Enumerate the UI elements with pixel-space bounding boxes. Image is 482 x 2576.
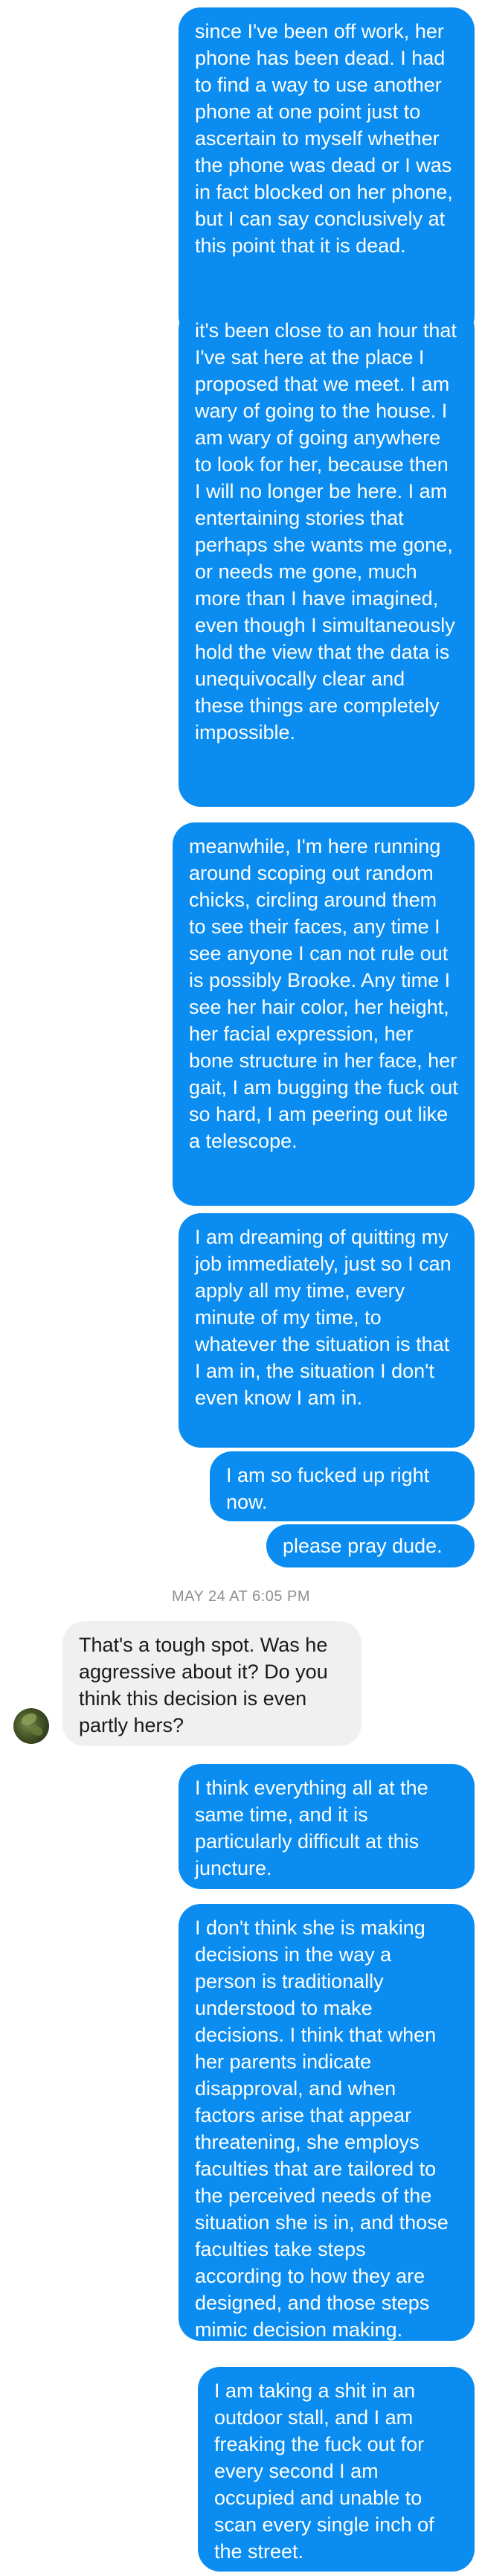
profile-photo-icon[interactable] — [13, 1708, 49, 1744]
outgoing-message-3[interactable]: meanwhile, I'm here running around scopi… — [173, 822, 475, 1206]
outgoing-message-1[interactable]: since I've been off work, her phone has … — [179, 7, 475, 339]
outgoing-message-6[interactable]: please pray dude. — [266, 1524, 475, 1567]
incoming-message[interactable]: That's a tough spot. Was he aggressive a… — [62, 1621, 362, 1746]
outgoing-message-2[interactable]: it's been close to an hour that I've sat… — [179, 307, 475, 807]
outgoing-message-7[interactable]: I think everything all at the same time,… — [179, 1764, 475, 1889]
message-timestamp: MAY 24 AT 6:05 PM — [172, 1588, 310, 1605]
outgoing-message-8[interactable]: I don't think she is making decisions in… — [179, 1904, 475, 2341]
outgoing-message-4[interactable]: I am dreaming of quitting my job immedia… — [179, 1213, 475, 1448]
outgoing-message-9[interactable]: I am taking a shit in an outdoor stall, … — [198, 2367, 475, 2572]
outgoing-message-5[interactable]: I am so fucked up right now. — [210, 1451, 475, 1521]
